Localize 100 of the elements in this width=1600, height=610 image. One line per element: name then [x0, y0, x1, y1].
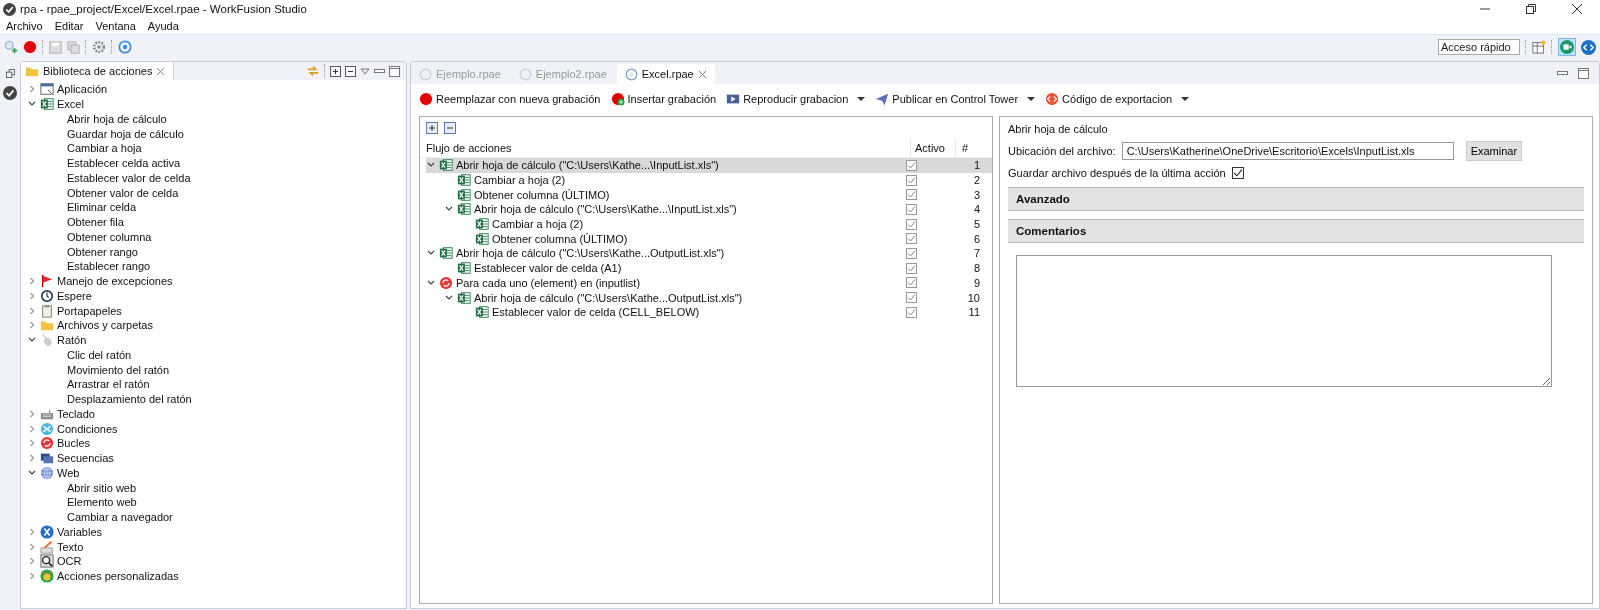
- target-icon[interactable]: [118, 40, 132, 54]
- maximize-icon[interactable]: [389, 65, 400, 77]
- editor-tab[interactable]: Excel.rpae: [616, 64, 715, 84]
- tree-item[interactable]: Obtener fila: [67, 216, 124, 229]
- tree-item[interactable]: Portapapeles: [57, 304, 122, 317]
- tree-item[interactable]: Bucles: [57, 437, 91, 450]
- active-checkbox[interactable]: [906, 306, 917, 318]
- active-checkbox[interactable]: [906, 292, 917, 304]
- active-checkbox[interactable]: [906, 233, 917, 245]
- tree-item[interactable]: Texto: [57, 540, 84, 553]
- settings-icon[interactable]: [92, 40, 106, 54]
- active-checkbox[interactable]: [906, 218, 917, 230]
- maximize-icon[interactable]: [1578, 68, 1589, 79]
- active-checkbox[interactable]: [906, 262, 917, 274]
- menu-item[interactable]: Archivo: [6, 20, 43, 32]
- comment-field[interactable]: [1016, 255, 1552, 387]
- save-icon[interactable]: [49, 40, 62, 54]
- toolbar-button[interactable]: Código de exportacion: [1045, 92, 1190, 106]
- restore-icon[interactable]: [1526, 4, 1536, 14]
- tree-item[interactable]: Espere: [57, 289, 92, 302]
- column-header[interactable]: Flujo de acciones: [420, 142, 910, 154]
- table-row[interactable]: Abrir hoja de cálculo ("C:\Users\Kathe...\InputList.xls") 1: [426, 158, 992, 173]
- tree-item[interactable]: Obtener valor de celda: [67, 186, 179, 199]
- recorder-toggle[interactable]: [1558, 38, 1576, 56]
- column-header[interactable]: Activo: [910, 139, 955, 157]
- tree-item[interactable]: Web: [57, 466, 80, 479]
- active-checkbox[interactable]: [906, 189, 917, 201]
- active-checkbox[interactable]: [906, 159, 917, 171]
- expand-chevron-icon[interactable]: [27, 556, 37, 567]
- dropdown-caret-icon[interactable]: [857, 96, 866, 102]
- tree-item[interactable]: OCR: [57, 555, 82, 568]
- collapse-all-icon[interactable]: [345, 65, 356, 77]
- tree-item[interactable]: Abrir hoja de cálculo: [67, 112, 167, 125]
- tree-item[interactable]: Establecer rango: [67, 260, 151, 273]
- expand-chevron-icon[interactable]: [27, 571, 37, 582]
- expand-chevron-icon[interactable]: [27, 408, 37, 419]
- table-row[interactable]: Cambiar a hoja (2) 2: [426, 172, 992, 188]
- menu-item[interactable]: Ventana: [95, 20, 136, 32]
- tree-item[interactable]: Obtener rango: [67, 245, 138, 258]
- toolbar-button[interactable]: Publicar en Control Tower: [875, 92, 1036, 106]
- restore-view-icon[interactable]: [5, 69, 15, 78]
- expand-chevron-icon[interactable]: [27, 541, 37, 552]
- expand-all-icon[interactable]: [330, 65, 341, 77]
- close-icon[interactable]: [1572, 4, 1582, 14]
- expand-chevron-icon[interactable]: [27, 438, 37, 449]
- tree-item[interactable]: Clic del ratón: [67, 348, 132, 361]
- tree-item[interactable]: Cambiar a navegador: [67, 511, 173, 524]
- table-row[interactable]: Establecer valor de celda (A1) 8: [426, 260, 992, 276]
- dropdown-caret-icon[interactable]: [1027, 96, 1036, 102]
- table-row[interactable]: Cambiar a hoja (2) 5: [426, 216, 992, 232]
- save-all-icon[interactable]: [67, 40, 80, 54]
- active-checkbox[interactable]: [906, 174, 917, 186]
- toolbar-button[interactable]: Reproducir grabacion: [726, 92, 866, 106]
- active-checkbox[interactable]: [906, 203, 917, 215]
- tree-item[interactable]: Archivos y carpetas: [57, 319, 153, 332]
- file-path-field[interactable]: C:\Users\Katherine\OneDrive\Escritorio\Excels\InputList.xls: [1121, 142, 1454, 160]
- tree-item[interactable]: Movimiento del ratón: [67, 363, 170, 376]
- tree-item[interactable]: Ratón: [57, 334, 87, 347]
- table-row[interactable]: Abrir hoja de cálculo ("C:\Users\Kathe...OutputList.xls") 10: [426, 290, 992, 305]
- perspective-icon[interactable]: [1532, 40, 1546, 54]
- tree-item[interactable]: Obtener columna: [67, 230, 152, 243]
- tree-item[interactable]: Guardar hoja de cálculo: [67, 127, 184, 140]
- table-row[interactable]: Para cada uno (element) en (inputlist) 9: [426, 275, 992, 291]
- minimize-icon[interactable]: [374, 68, 385, 74]
- library-tab[interactable]: Biblioteca de acciones: [21, 62, 175, 80]
- tree-item[interactable]: Variables: [57, 525, 103, 538]
- active-checkbox[interactable]: [906, 277, 917, 289]
- dropdown-caret-icon[interactable]: [1181, 96, 1190, 102]
- menu-item[interactable]: Editar: [54, 20, 84, 32]
- tree-item[interactable]: Condiciones: [57, 422, 118, 435]
- expand-chevron-icon[interactable]: [27, 320, 37, 331]
- table-row[interactable]: Obtener columna (ÚLTIMO) 6: [426, 231, 992, 247]
- view-menu-icon[interactable]: [360, 67, 370, 75]
- menu-item[interactable]: Ayuda: [147, 20, 179, 32]
- tree-item[interactable]: Desplazamiento del ratón: [67, 393, 192, 406]
- tree-item[interactable]: Eliminar celda: [67, 201, 137, 214]
- tree-item[interactable]: Establecer valor de celda: [67, 171, 191, 184]
- expand-all-icon[interactable]: [426, 122, 438, 134]
- tree-item[interactable]: Secuencias: [57, 452, 114, 465]
- tree-item[interactable]: Aplicación: [57, 83, 108, 96]
- table-row[interactable]: Obtener columna (ÚLTIMO) 3: [426, 187, 992, 203]
- table-row[interactable]: Abrir hoja de cálculo ("C:\Users\Kathe...\InputList.xls") 4: [426, 202, 992, 217]
- expand-chevron-icon[interactable]: [27, 290, 37, 301]
- tree-item[interactable]: Manejo de excepciones: [57, 275, 173, 288]
- tree-item[interactable]: Arrastrar el ratón: [67, 378, 150, 391]
- expand-chevron-icon[interactable]: [27, 423, 37, 434]
- tree-item[interactable]: Establecer celda activa: [67, 157, 181, 170]
- save-checkbox[interactable]: [1231, 167, 1244, 179]
- toolbar-button[interactable]: Insertar grabación: [610, 92, 717, 106]
- table-row[interactable]: Establecer valor de celda (CELL_BELOW) 11: [426, 304, 992, 320]
- expand-chevron-icon[interactable]: [27, 305, 37, 316]
- toolbar-button[interactable]: Reemplazar con nueva grabación: [419, 92, 601, 106]
- tree-item[interactable]: Excel: [57, 98, 84, 111]
- tree-item[interactable]: Abrir sitio web: [67, 481, 137, 494]
- active-checkbox[interactable]: [906, 247, 917, 259]
- sync-arrows-icon[interactable]: [306, 64, 320, 78]
- table-row[interactable]: Abrir hoja de cálculo ("C:\Users\Kathe...OutputList.xls") 7: [426, 246, 992, 261]
- tree-item[interactable]: Elemento web: [67, 496, 137, 509]
- section-header[interactable]: Comentarios: [1008, 219, 1584, 243]
- quick-access-field[interactable]: Acceso rápido: [1438, 39, 1520, 55]
